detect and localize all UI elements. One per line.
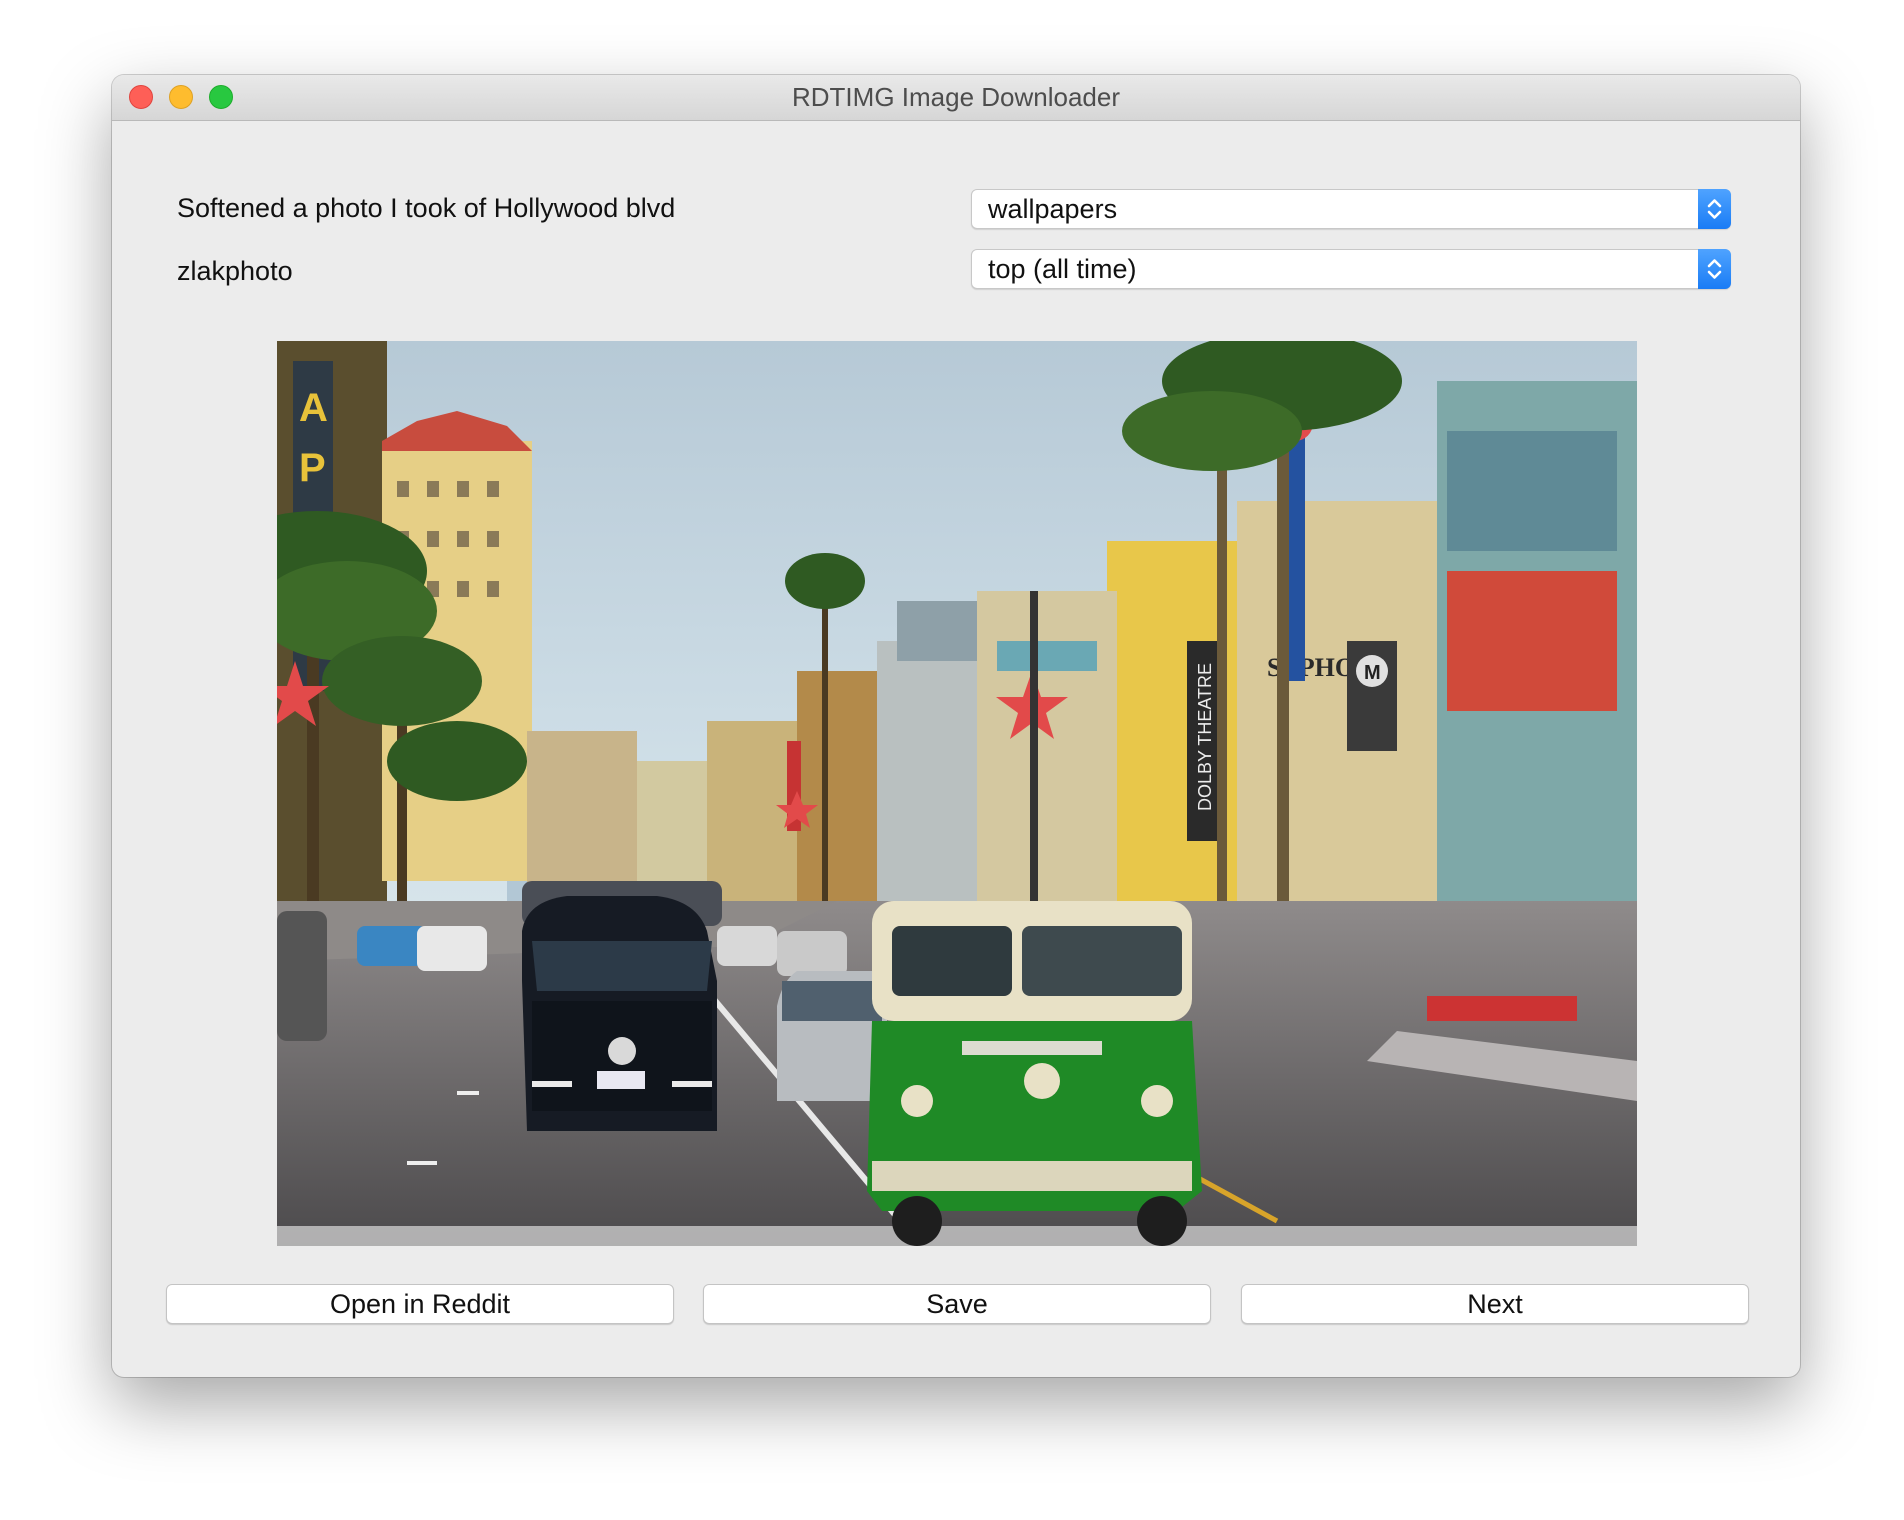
svg-text:A: A [299,386,328,430]
up-down-chevrons-icon[interactable] [1698,189,1731,229]
title-bar[interactable]: RDTIMG Image Downloader [112,75,1800,121]
svg-text:M: M [1364,662,1381,684]
subreddit-select[interactable]: wallpapers [971,189,1731,229]
save-button[interactable]: Save [703,1284,1211,1324]
open-in-reddit-button[interactable]: Open in Reddit [166,1284,674,1324]
post-author: zlakphoto [177,256,293,286]
svg-text:DOLBY THEATRE: DOLBY THEATRE [1195,663,1215,811]
svg-text:P: P [299,446,326,490]
app-window: RDTIMG Image Downloader Softened a photo… [112,75,1800,1377]
next-button[interactable]: Next [1241,1284,1749,1324]
window-title: RDTIMG Image Downloader [792,82,1120,112]
up-down-chevrons-icon[interactable] [1698,249,1731,289]
post-title: Softened a photo I took of Hollywood blv… [177,193,676,223]
subreddit-select-value: wallpapers [988,194,1118,224]
sort-select-value: top (all time) [988,254,1137,284]
post-image: A P I [277,341,1637,1246]
sort-select[interactable]: top (all time) [971,249,1731,289]
